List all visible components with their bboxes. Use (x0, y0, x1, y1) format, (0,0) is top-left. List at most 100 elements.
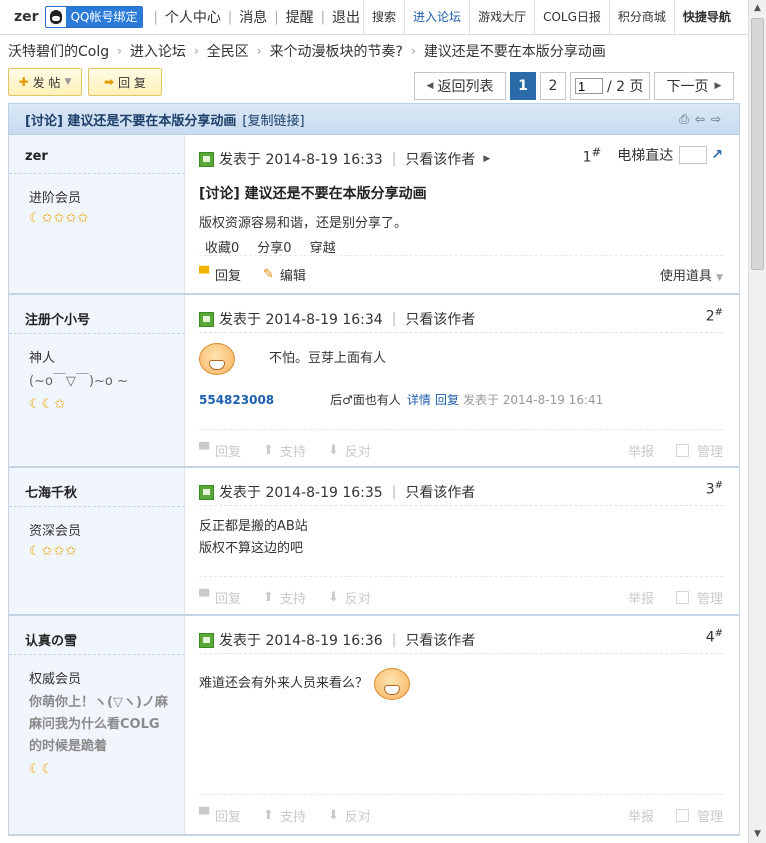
post-meta: 发表于 2014-8-19 16:36 | 只看该作者 (199, 630, 475, 650)
page-jump-input[interactable] (575, 78, 603, 94)
post-content: 发表于 2014-8-19 16:36 | 只看该作者 4# 难道还会有外来人员… (199, 616, 723, 834)
author-name[interactable]: zer (25, 149, 48, 164)
next-thread-icon[interactable]: ⇨ (711, 112, 721, 127)
manage-op[interactable]: 管理 (675, 588, 723, 607)
page-1-button[interactable]: 1 (510, 72, 536, 100)
breadcrumb-board[interactable]: 来个动漫板块的节奏? (270, 41, 403, 61)
manage-checkbox[interactable] (675, 809, 689, 822)
copy-link[interactable]: [复制链接] (236, 110, 304, 129)
floor-number: 1# (583, 145, 602, 166)
vertical-scrollbar[interactable]: ▲ ▼ (748, 0, 766, 843)
author-panel: 七海千秋 资深会员 ☾✩✩✩ (9, 468, 185, 614)
post-time: 发表于 2014-8-19 16:36 (219, 633, 383, 649)
manage-op[interactable]: 管理 (675, 441, 723, 460)
comment-time: 发表于 2014-8-19 16:41 (462, 393, 604, 407)
author-name[interactable]: 认真の雪 (25, 630, 77, 649)
post-text: 难道还会有外来人员来看么？ (199, 676, 369, 691)
report-link[interactable]: 举报 (628, 441, 654, 460)
post-text: 不怕。豆芽上面有人 (269, 351, 387, 366)
divider: | (391, 632, 397, 648)
only-author-link[interactable]: 只看该作者 (405, 630, 475, 650)
prev-thread-icon[interactable]: ⇦ (695, 112, 705, 127)
nav-profile[interactable]: 个人中心 (162, 7, 224, 27)
comment-reply-link[interactable]: 回复 (435, 391, 459, 408)
manage-checkbox[interactable] (675, 444, 689, 457)
top-bar: zer QQ帐号绑定 | 个人中心 | 消息 | 提醒 | 退出 搜索 进入论坛… (0, 0, 748, 35)
divider: | (274, 9, 279, 25)
qq-bind-button[interactable]: QQ帐号绑定 (44, 6, 144, 28)
nav-game-hall[interactable]: 游戏大厅 (469, 0, 534, 34)
divider: | (391, 311, 397, 327)
scroll-up-icon[interactable]: ▲ (749, 0, 766, 17)
back-to-list-button[interactable]: ◀ 返回列表 (414, 72, 506, 100)
laughing-emoticon-icon (374, 668, 411, 700)
nav-messages[interactable]: 消息 (236, 7, 270, 27)
username-link[interactable]: zer (0, 9, 45, 25)
author-rank: 资深会员 (29, 524, 82, 539)
breadcrumb-forum[interactable]: 进入论坛 (130, 41, 186, 61)
post-text-line: 版权不算这边的吧 (199, 541, 304, 556)
support-op[interactable]: ⬆ 支持 (263, 806, 306, 825)
rank-stars-icon: ☾☾ (29, 762, 55, 777)
print-icon[interactable]: ⎙ (679, 112, 689, 127)
author-name[interactable]: 注册个小号 (25, 309, 90, 328)
favorite-count[interactable]: 收藏0 (205, 237, 239, 256)
nav-logout[interactable]: 退出 (329, 7, 363, 27)
reply-button[interactable]: ➡ 回 复 (88, 68, 162, 96)
post-ops: ▀ 回复 ⬆ 支持 ⬇ 反对 举报 管理 (199, 441, 723, 460)
travel-link[interactable]: 穿越 (310, 237, 336, 256)
author-rank: 进阶会员 (29, 191, 82, 206)
divider (9, 506, 185, 507)
nav-reminders[interactable]: 提醒 (283, 7, 317, 27)
manage-checkbox[interactable] (675, 591, 689, 604)
oppose-op[interactable]: ⬇ 反对 (328, 806, 371, 825)
caret-left-icon: ◀ (426, 81, 434, 91)
divider: | (320, 9, 326, 25)
comment-detail-link[interactable]: 详情 (407, 391, 431, 408)
support-op[interactable]: ⬆ 支持 (263, 441, 306, 460)
scroll-down-icon[interactable]: ▼ (749, 826, 766, 843)
nav-colg-daily[interactable]: COLG日报 (534, 0, 609, 34)
elevator-input[interactable] (679, 146, 708, 165)
page-total: / 2 页 (607, 79, 644, 95)
report-link[interactable]: 举报 (628, 588, 654, 607)
support-op-label: 支持 (279, 810, 306, 825)
edit-op[interactable]: ✎ 编辑 (263, 265, 306, 284)
reply-op[interactable]: ▀ 回复 (199, 806, 241, 825)
next-page-button[interactable]: 下一页 ▶ (654, 72, 734, 100)
nav-forum[interactable]: 进入论坛 (404, 0, 469, 34)
oppose-op[interactable]: ⬇ 反对 (328, 588, 371, 607)
reply-label: 回 复 (118, 75, 146, 90)
use-tool-button[interactable]: 使用道具 ▼ (660, 265, 723, 284)
page-2-button[interactable]: 2 (540, 72, 566, 100)
author-name[interactable]: 七海千秋 (25, 482, 77, 501)
nav-quick[interactable]: 快捷导航 (673, 0, 739, 34)
only-author-link[interactable]: 只看该作者 (405, 482, 475, 502)
oppose-op[interactable]: ⬇ 反对 (328, 441, 371, 460)
author-signature: 你萌你上！ヽ(▽ヽ)ノ麻 麻问我为什么看COLG 的时候是跪着 (29, 692, 179, 758)
thread-title: [讨论] 建议还是不要在本版分享动画 (25, 113, 237, 129)
only-author-link[interactable]: 只看该作者 (405, 309, 475, 329)
reply-op[interactable]: ▀ 回复 (199, 588, 241, 607)
thumb-up-icon: ⬆ (263, 808, 274, 823)
share-count[interactable]: 分享0 (257, 237, 291, 256)
manage-op[interactable]: 管理 (675, 806, 723, 825)
breadcrumb-section[interactable]: 全民区 (207, 41, 249, 61)
breadcrumb-thread[interactable]: 建议还是不要在本版分享动画 (424, 41, 606, 61)
breadcrumb-home[interactable]: 沃特碧们的Colg (8, 41, 109, 61)
nav-points-mall[interactable]: 积分商城 (608, 0, 674, 34)
reply-op[interactable]: ▀ 回复 (199, 265, 241, 284)
jump-icon[interactable]: ↗ (711, 147, 723, 163)
scrollbar-thumb[interactable] (751, 18, 764, 270)
support-op[interactable]: ⬆ 支持 (263, 588, 306, 607)
floor-number: 3# (706, 480, 723, 498)
divider (199, 332, 723, 333)
new-post-button[interactable]: ✚ 发 帖 ▼ (8, 68, 82, 96)
reply-op[interactable]: ▀ 回复 (199, 441, 241, 460)
reply-op-label: 回复 (215, 592, 242, 607)
signature-line: 的时候是跪着 (29, 739, 108, 754)
only-author-link[interactable]: 只看该作者 (405, 149, 475, 169)
report-link[interactable]: 举报 (628, 806, 654, 825)
comment-author[interactable]: 554823008 (199, 393, 274, 407)
nav-search[interactable]: 搜索 (363, 0, 404, 34)
